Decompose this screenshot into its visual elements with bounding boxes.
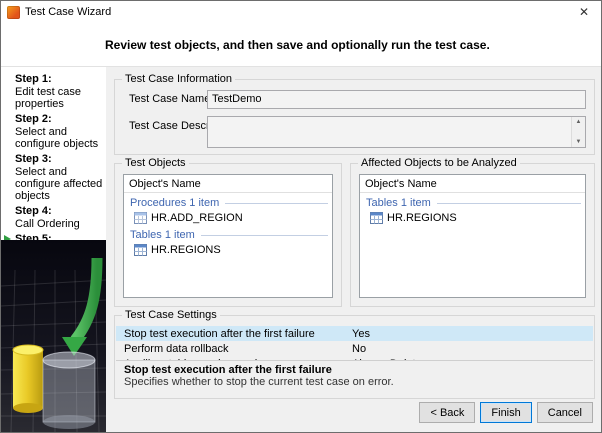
affected-objects-group: Affected Objects to be Analyzed Object's… (350, 163, 595, 307)
step-2-title: Step 2: (15, 113, 103, 126)
close-icon[interactable]: ✕ (567, 1, 601, 23)
test-objects-group: Test Objects Object's Name Procedures 1 … (114, 163, 342, 307)
finish-button[interactable]: Finish (480, 402, 531, 423)
setting-name: Stop test execution after the first fail… (116, 328, 348, 340)
wizard-graphic (1, 240, 106, 432)
test-case-name-label: Test Case Name: (129, 93, 213, 105)
procedures-group-header[interactable]: Procedures 1 item (124, 193, 332, 210)
test-case-settings-caption: Test Case Settings (122, 309, 220, 321)
test-objects-column-header[interactable]: Object's Name (124, 175, 332, 193)
scroll-down-icon[interactable]: ▼ (576, 139, 582, 145)
step-3-desc: Select and configure affected objects (15, 166, 103, 202)
wizard-header: Review test objects, and then save and o… (1, 23, 601, 67)
object-name: HR.ADD_REGION (151, 212, 243, 224)
window-title: Test Case Wizard (25, 6, 111, 18)
test-case-name-input[interactable]: TestDemo (207, 90, 586, 109)
affected-objects-list[interactable]: Object's Name Tables 1 item HR.REGIONS (359, 174, 586, 298)
step-2-desc: Select and configure objects (15, 126, 103, 150)
affected-tables-group-header[interactable]: Tables 1 item (360, 193, 585, 210)
step-3-title: Step 3: (15, 153, 103, 166)
setting-description-text: Specifies whether to stop the current te… (124, 376, 585, 388)
step-4: Step 4: Call Ordering (15, 205, 103, 230)
setting-description-panel: Stop test execution after the first fail… (116, 360, 593, 397)
dialog-buttons: < Back Finish Cancel (419, 402, 593, 423)
description-scrollbar[interactable]: ▲ ▼ (571, 117, 585, 147)
test-objects-list[interactable]: Object's Name Procedures 1 item HR.ADD_R… (123, 174, 333, 298)
setting-row-data-rollback[interactable]: Perform data rollback No (116, 341, 593, 356)
step-2: Step 2: Select and configure objects (15, 113, 103, 150)
setting-description-title: Stop test execution after the first fail… (124, 364, 585, 376)
wizard-header-text: Review test objects, and then save and o… (1, 38, 490, 52)
test-case-information-group: Test Case Information Test Case Name: Te… (114, 79, 595, 155)
list-item[interactable]: HR.REGIONS (124, 242, 332, 257)
cancel-button[interactable]: Cancel (537, 402, 593, 423)
setting-row-stop-on-failure[interactable]: Stop test execution after the first fail… (116, 326, 593, 341)
list-item[interactable]: HR.REGIONS (360, 210, 585, 225)
tables-group-header[interactable]: Tables 1 item (124, 225, 332, 242)
scroll-up-icon[interactable]: ▲ (576, 119, 582, 125)
table-icon (134, 244, 147, 256)
test-case-wizard-dialog: Test Case Wizard ✕ Review test objects, … (0, 0, 602, 433)
step-1: Step 1: Edit test case properties (15, 73, 103, 110)
step-1-desc: Edit test case properties (15, 86, 103, 110)
app-icon (7, 6, 20, 19)
affected-objects-caption: Affected Objects to be Analyzed (358, 157, 520, 169)
back-button[interactable]: < Back (419, 402, 475, 423)
setting-value: Yes (348, 328, 593, 340)
table-icon (370, 212, 383, 224)
object-name: HR.REGIONS (151, 244, 221, 256)
test-case-information-caption: Test Case Information (122, 73, 235, 85)
object-name: HR.REGIONS (387, 212, 457, 224)
step-1-title: Step 1: (15, 73, 103, 86)
test-case-settings-group: Test Case Settings Stop test execution a… (114, 315, 595, 399)
step-3: Step 3: Select and configure affected ob… (15, 153, 103, 202)
procedure-icon (134, 212, 147, 224)
wizard-graphic-image (1, 240, 106, 432)
list-item[interactable]: HR.ADD_REGION (124, 210, 332, 225)
title-bar: Test Case Wizard ✕ (1, 1, 601, 23)
affected-objects-column-header[interactable]: Object's Name (360, 175, 585, 193)
steps-list: Step 1: Edit test case properties Step 2… (1, 67, 106, 258)
step-4-title: Step 4: (15, 205, 103, 218)
test-objects-caption: Test Objects (122, 157, 189, 169)
test-case-description-input[interactable]: ▲ ▼ (207, 116, 586, 148)
setting-value: No (348, 343, 593, 355)
step-4-desc: Call Ordering (15, 218, 103, 230)
wizard-steps-sidebar: Step 1: Edit test case properties Step 2… (1, 67, 106, 432)
main-panel: Test Case Information Test Case Name: Te… (106, 67, 601, 432)
setting-name: Perform data rollback (116, 343, 348, 355)
